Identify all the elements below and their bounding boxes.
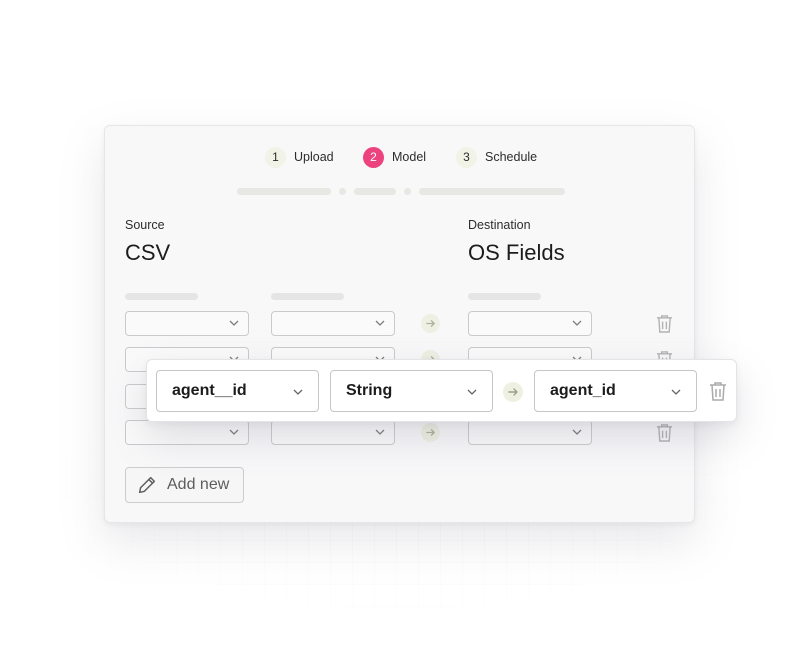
column-header-placeholder — [468, 293, 541, 300]
chevron-down-icon — [572, 429, 582, 435]
source-title: CSV — [125, 240, 171, 265]
trash-icon[interactable] — [656, 314, 673, 338]
source-label: Source — [125, 218, 165, 232]
type-value: String — [346, 382, 393, 399]
arrow-right-icon — [421, 314, 440, 333]
step-number: 3 — [456, 146, 477, 168]
step-upload[interactable]: 1 Upload — [265, 146, 334, 168]
destination-select[interactable] — [468, 311, 592, 336]
column-header-placeholder — [125, 293, 198, 300]
trash-icon[interactable] — [709, 381, 727, 401]
arrow-right-icon — [421, 423, 440, 442]
type-select[interactable] — [271, 311, 395, 336]
progress-dot — [339, 188, 346, 195]
progress-segment — [354, 188, 396, 195]
step-label: Schedule — [485, 150, 538, 164]
step-schedule[interactable]: 3 Schedule — [456, 146, 537, 168]
chevron-down-icon — [572, 320, 582, 326]
add-new-button[interactable]: Add new — [125, 467, 244, 503]
type-select[interactable]: String — [330, 370, 493, 412]
mapping-row-active: agent__id String agent_id — [146, 359, 737, 422]
chevron-down-icon — [293, 389, 303, 395]
destination-title: OS Fields — [468, 240, 565, 265]
column-header-placeholder — [271, 293, 344, 300]
step-number: 2 — [363, 146, 384, 168]
chevron-down-icon — [671, 389, 681, 395]
progress-dot — [404, 188, 411, 195]
step-number: 1 — [265, 146, 286, 168]
trash-icon[interactable] — [656, 423, 673, 447]
source-field-value: agent__id — [172, 382, 247, 399]
step-model[interactable]: 2 Model — [363, 146, 426, 168]
type-select[interactable] — [271, 420, 395, 445]
pencil-icon — [138, 476, 156, 494]
chevron-down-icon — [229, 320, 239, 326]
step-label: Model — [392, 150, 427, 164]
arrow-right-icon — [503, 382, 523, 402]
source-select[interactable] — [125, 311, 249, 336]
destination-select[interactable] — [468, 420, 592, 445]
source-field-select[interactable]: agent__id — [156, 370, 319, 412]
destination-field-select[interactable]: agent_id — [534, 370, 697, 412]
stepper: 1 Upload 2 Model 3 Schedule — [105, 146, 696, 168]
progress-segment — [237, 188, 331, 195]
wizard-card: 1 Upload 2 Model 3 Schedule Source CSV D… — [104, 125, 695, 523]
progress-segment — [419, 188, 565, 195]
chevron-down-icon — [229, 429, 239, 435]
chevron-down-icon — [467, 389, 477, 395]
add-new-label: Add new — [167, 476, 230, 493]
destination-field-value: agent_id — [550, 382, 616, 399]
chevron-down-icon — [375, 429, 385, 435]
source-select[interactable] — [125, 420, 249, 445]
destination-label: Destination — [468, 218, 531, 232]
chevron-down-icon — [375, 320, 385, 326]
step-label: Upload — [294, 150, 334, 164]
